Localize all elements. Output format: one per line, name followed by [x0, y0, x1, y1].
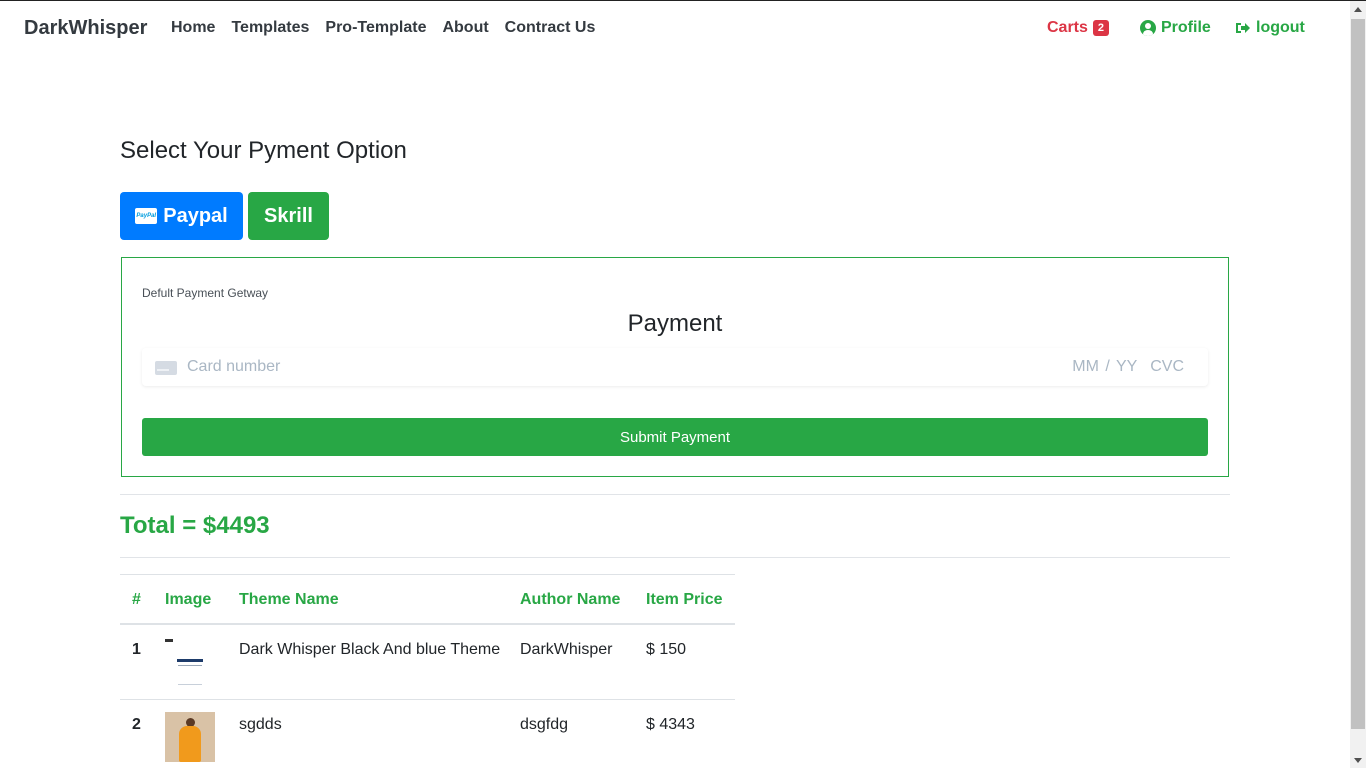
header-image: Image	[165, 591, 212, 608]
table-header: # Image Theme Name Author Name Item Pric…	[120, 575, 735, 625]
author-name: dsgfdg	[520, 716, 569, 733]
user-circle-icon	[1140, 20, 1156, 36]
expiry-cvc-placeholder: MM / YY CVC	[1072, 358, 1184, 376]
logout-label: logout	[1256, 19, 1305, 36]
carts-link[interactable]: Carts 2	[1047, 19, 1110, 37]
credit-card-icon	[155, 361, 177, 375]
nav-pro-template[interactable]: Pro-Template	[325, 19, 426, 37]
logout-link[interactable]: logout	[1235, 19, 1305, 37]
divider	[120, 557, 1230, 558]
cvc-placeholder[interactable]: CVC	[1150, 358, 1184, 375]
paypal-button[interactable]: PayPal Paypal	[120, 192, 243, 240]
paypal-icon: PayPal	[135, 208, 158, 224]
carts-label: Carts	[1047, 19, 1088, 36]
nav-about[interactable]: About	[442, 19, 488, 37]
theme-thumbnail[interactable]	[165, 712, 215, 762]
navbar: DarkWhisper Home Templates Pro-Template …	[0, 1, 1350, 57]
theme-name: Dark Whisper Black And blue Theme	[239, 641, 501, 658]
expiry-placeholder[interactable]: MM / YY	[1072, 358, 1137, 375]
sign-out-icon	[1236, 23, 1250, 33]
card-input[interactable]: Card number MM / YY CVC	[142, 348, 1208, 386]
nav-contact[interactable]: Contract Us	[505, 19, 596, 37]
profile-link[interactable]: Profile	[1140, 19, 1211, 37]
header-item-price: Item Price	[646, 591, 723, 608]
skrill-button[interactable]: Skrill	[248, 192, 329, 240]
scroll-down-arrow-icon[interactable]	[1354, 758, 1362, 763]
page-title: Select Your Pyment Option	[120, 137, 407, 164]
profile-label: Profile	[1161, 19, 1211, 36]
brand-logo[interactable]: DarkWhisper	[24, 17, 147, 40]
divider	[120, 494, 1230, 495]
theme-name: sgdds	[239, 716, 282, 733]
header-theme-name: Theme Name	[239, 591, 339, 608]
vertical-scrollbar[interactable]	[1350, 1, 1366, 768]
item-price: $ 4343	[646, 716, 695, 733]
table-row: 2 sgdds dsgfdg $ 4343	[120, 700, 735, 768]
nav-templates[interactable]: Templates	[231, 19, 309, 37]
row-number: 2	[132, 716, 141, 733]
author-name: DarkWhisper	[520, 641, 613, 658]
nav-links: Home Templates Pro-Template About Contra…	[171, 19, 595, 37]
paypal-label: Paypal	[163, 204, 228, 227]
header-number: #	[132, 591, 141, 608]
item-price: $ 150	[646, 641, 687, 658]
payment-form: Defult Payment Getway Payment Card numbe…	[121, 257, 1229, 477]
submit-payment-button[interactable]: Submit Payment	[142, 418, 1208, 456]
total-amount: Total = $4493	[120, 512, 270, 539]
gateway-label: Defult Payment Getway	[142, 286, 269, 300]
header-author-name: Author Name	[520, 591, 621, 608]
cart-table: # Image Theme Name Author Name Item Pric…	[120, 574, 735, 768]
row-number: 1	[132, 641, 141, 658]
card-number-placeholder: Card number	[187, 358, 281, 375]
cart-count-badge: 2	[1092, 20, 1110, 36]
payment-title: Payment	[627, 310, 723, 337]
nav-home[interactable]: Home	[171, 19, 215, 37]
table-row: 1 Dark Whisper Black And blue Theme Dark…	[120, 625, 735, 700]
scroll-up-arrow-icon[interactable]	[1354, 7, 1362, 12]
theme-thumbnail[interactable]	[165, 637, 215, 687]
scroll-thumb[interactable]	[1351, 19, 1365, 729]
